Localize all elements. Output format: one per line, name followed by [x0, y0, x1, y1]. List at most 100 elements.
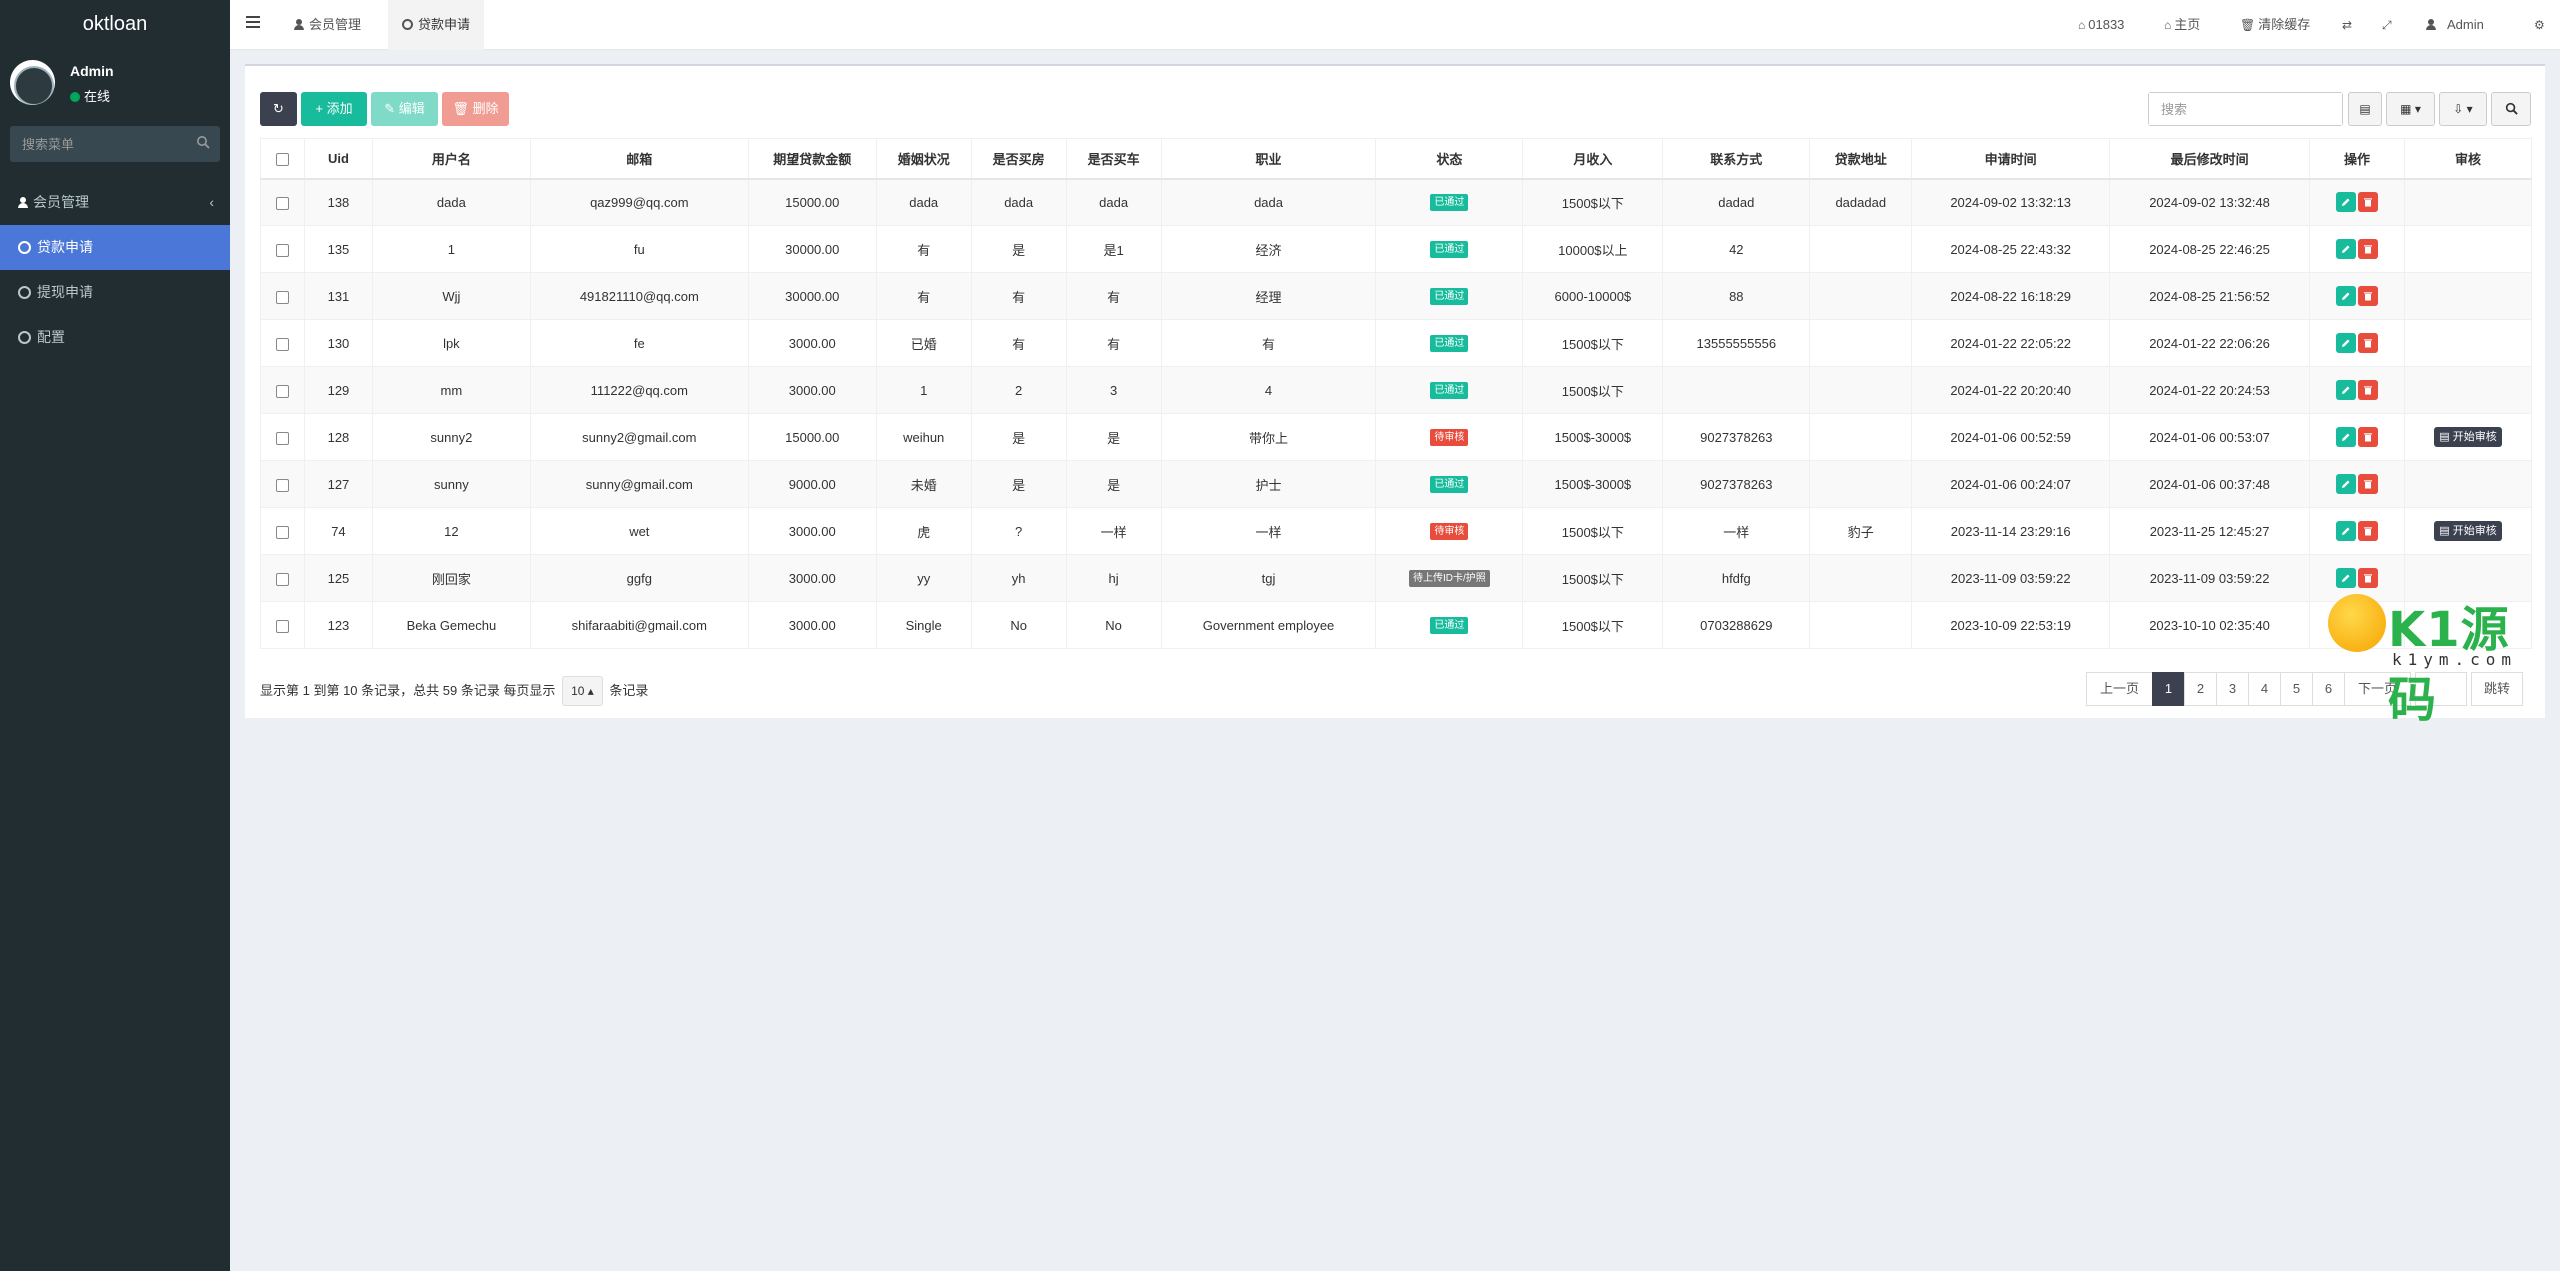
home-link[interactable]: ⌂ 主页 [2164, 0, 2200, 50]
col-header[interactable]: 申请时间 [1911, 138, 2111, 180]
col-header[interactable]: Uid [303, 138, 373, 180]
delete-row-button[interactable] [2357, 192, 2378, 213]
delete-row-button[interactable] [2357, 568, 2378, 588]
col-header[interactable]: 邮箱 [529, 138, 749, 180]
col-header[interactable]: 是否买车 [1065, 138, 1162, 180]
edit-row-button[interactable] [2335, 427, 2356, 447]
row-select-cell[interactable] [260, 225, 305, 273]
refresh-button[interactable]: ↻ [260, 92, 297, 126]
col-header[interactable]: 月收入 [1522, 138, 1664, 180]
delete-row-button[interactable] [2357, 474, 2378, 494]
clear-cache-link[interactable]: 🗑 清除缓存 [2240, 0, 2310, 50]
delete-row-button[interactable] [2357, 521, 2378, 541]
page-button[interactable]: 5 [2280, 672, 2313, 706]
sidebar-item-loan-applications[interactable]: 贷款申请 [0, 225, 230, 270]
row-checkbox[interactable] [275, 243, 289, 257]
row-select-cell[interactable] [260, 272, 305, 320]
row-select-cell[interactable] [260, 460, 305, 508]
delete-row-button[interactable] [2357, 380, 2378, 400]
col-header[interactable]: 联系方式 [1662, 138, 1811, 180]
add-button[interactable]: + 添加 [301, 92, 367, 126]
code-link[interactable]: ⌂ 01833 [2078, 0, 2124, 50]
col-header[interactable]: 是否买房 [970, 138, 1067, 180]
row-checkbox[interactable] [275, 337, 289, 351]
select-all-checkbox[interactable] [275, 152, 289, 166]
col-header[interactable]: 最后修改时间 [2109, 138, 2311, 180]
row-select-cell[interactable] [260, 319, 305, 367]
row-select-cell[interactable] [260, 554, 305, 602]
col-header[interactable]: 贷款地址 [1809, 138, 1913, 180]
edit-row-button[interactable] [2335, 333, 2356, 353]
table-row[interactable]: 125 刚回家 ggfg 3000.00 yy yh hj tgj 待上传ID卡/护照 1500$… [260, 554, 2533, 602]
columns-button[interactable]: ▦ ▾ [2386, 92, 2435, 126]
page-size-select[interactable]: 10 ▴ [562, 676, 603, 706]
select-all-cell[interactable] [260, 138, 305, 180]
edit-row-button[interactable] [2335, 286, 2356, 306]
col-header[interactable]: 婚姻状况 [875, 138, 972, 180]
settings-icon[interactable]: ⚙ [2534, 0, 2548, 50]
admin-menu[interactable]: Admin [2426, 0, 2484, 50]
prev-page-button[interactable]: 上一页 [2086, 672, 2153, 706]
page-button[interactable]: 1 [2152, 672, 2185, 706]
table-row[interactable]: 129 mm 111222@qq.com 3000.00 1 2 3 4 已通过 1500$以下 2… [260, 366, 2533, 414]
row-select-cell[interactable] [260, 178, 305, 226]
edit-row-button[interactable] [2335, 474, 2356, 494]
delete-row-button[interactable] [2357, 333, 2378, 353]
edit-row-button[interactable] [2335, 521, 2356, 541]
col-header[interactable]: 职业 [1160, 138, 1377, 180]
tab-members[interactable]: 会员管理 [280, 0, 375, 50]
edit-row-button[interactable] [2335, 380, 2356, 400]
start-audit-button[interactable]: ▤ 开始审核 [2434, 521, 2502, 541]
menu-toggle-icon[interactable] [246, 16, 260, 30]
edit-row-button[interactable] [2335, 568, 2356, 588]
delete-row-button[interactable] [2357, 239, 2378, 259]
row-select-cell[interactable] [260, 601, 305, 649]
row-select-cell[interactable] [260, 507, 305, 555]
row-checkbox[interactable] [275, 431, 289, 445]
col-header[interactable]: 期望贷款金额 [747, 138, 877, 180]
row-checkbox[interactable] [275, 572, 289, 586]
page-button[interactable]: 6 [2312, 672, 2345, 706]
advanced-search-button[interactable] [2491, 92, 2531, 126]
delete-row-button[interactable] [2357, 286, 2378, 306]
edit-row-button[interactable] [2335, 192, 2356, 213]
table-row[interactable]: 138 dada qaz999@qq.com 15000.00 dada dada dada… [260, 178, 2533, 226]
edit-row-button[interactable] [2335, 239, 2356, 259]
row-select-cell[interactable] [260, 413, 305, 461]
sidebar-item-members[interactable]: 会员管理 ‹ [0, 180, 230, 225]
row-checkbox[interactable] [275, 384, 289, 398]
row-checkbox[interactable] [275, 478, 289, 492]
delete-row-button[interactable] [2357, 427, 2378, 447]
row-checkbox[interactable] [275, 619, 289, 633]
app-logo[interactable]: oktloan [0, 0, 230, 50]
table-row[interactable]: 131 Wjj 491821110@qq.com 30000.00 有有有经理 已通过 60… [260, 272, 2533, 320]
fullscreen-icon[interactable]: ⤢ [2382, 0, 2395, 50]
sidebar-item-withdrawals[interactable]: 提现申请 [0, 270, 230, 315]
row-checkbox[interactable] [275, 525, 289, 539]
table-row[interactable]: 74 12 wet 3000.00 虎? 一样 一样 待审核 1500$以下 一样 豹子 2023-1… [260, 507, 2533, 555]
sidebar-item-config[interactable]: 配置 [0, 315, 230, 360]
col-header[interactable]: 用户名 [371, 138, 531, 180]
row-select-cell[interactable] [260, 366, 305, 414]
menu-search-input[interactable] [10, 126, 220, 162]
row-checkbox[interactable] [275, 196, 289, 210]
table-row[interactable]: 127 sunny sunny@gmail.com 9000.00 未婚是是护士 已通过 1… [260, 460, 2533, 508]
toggle-view-button[interactable]: ▤ [2348, 92, 2382, 126]
table-row[interactable]: 135 1 fu 30000.00 有是是1 经济 已通过 10000$以上 42 2024-08… [260, 225, 2533, 273]
edit-button[interactable]: ✎ 编辑 [371, 92, 438, 126]
search-icon[interactable] [196, 135, 210, 149]
start-audit-button[interactable]: ▤ 开始审核 [2434, 427, 2502, 447]
export-button[interactable]: ⇩ ▾ [2439, 92, 2487, 126]
table-row[interactable]: 128 sunny2 sunny2@gmail.com 15000.00 weihun 是… [260, 413, 2533, 461]
row-checkbox[interactable] [275, 290, 289, 304]
page-button[interactable]: 2 [2184, 672, 2217, 706]
tab-loan-applications[interactable]: 贷款申请 [388, 0, 485, 50]
page-button[interactable]: 3 [2216, 672, 2249, 706]
page-button[interactable]: 4 [2248, 672, 2281, 706]
delete-button[interactable]: 🗑 删除 [442, 92, 509, 126]
col-header[interactable]: 状态 [1375, 138, 1524, 180]
table-row[interactable]: 123 Beka Gemechu shifaraabiti@gmail.com 300… [260, 601, 2533, 649]
table-row[interactable]: 130 lpk fe 3000.00 已婚有有有已通过 1500$以下 1355555555… [260, 319, 2533, 367]
search-input[interactable] [2149, 93, 2342, 125]
language-icon[interactable]: ⇄ [2342, 0, 2355, 50]
